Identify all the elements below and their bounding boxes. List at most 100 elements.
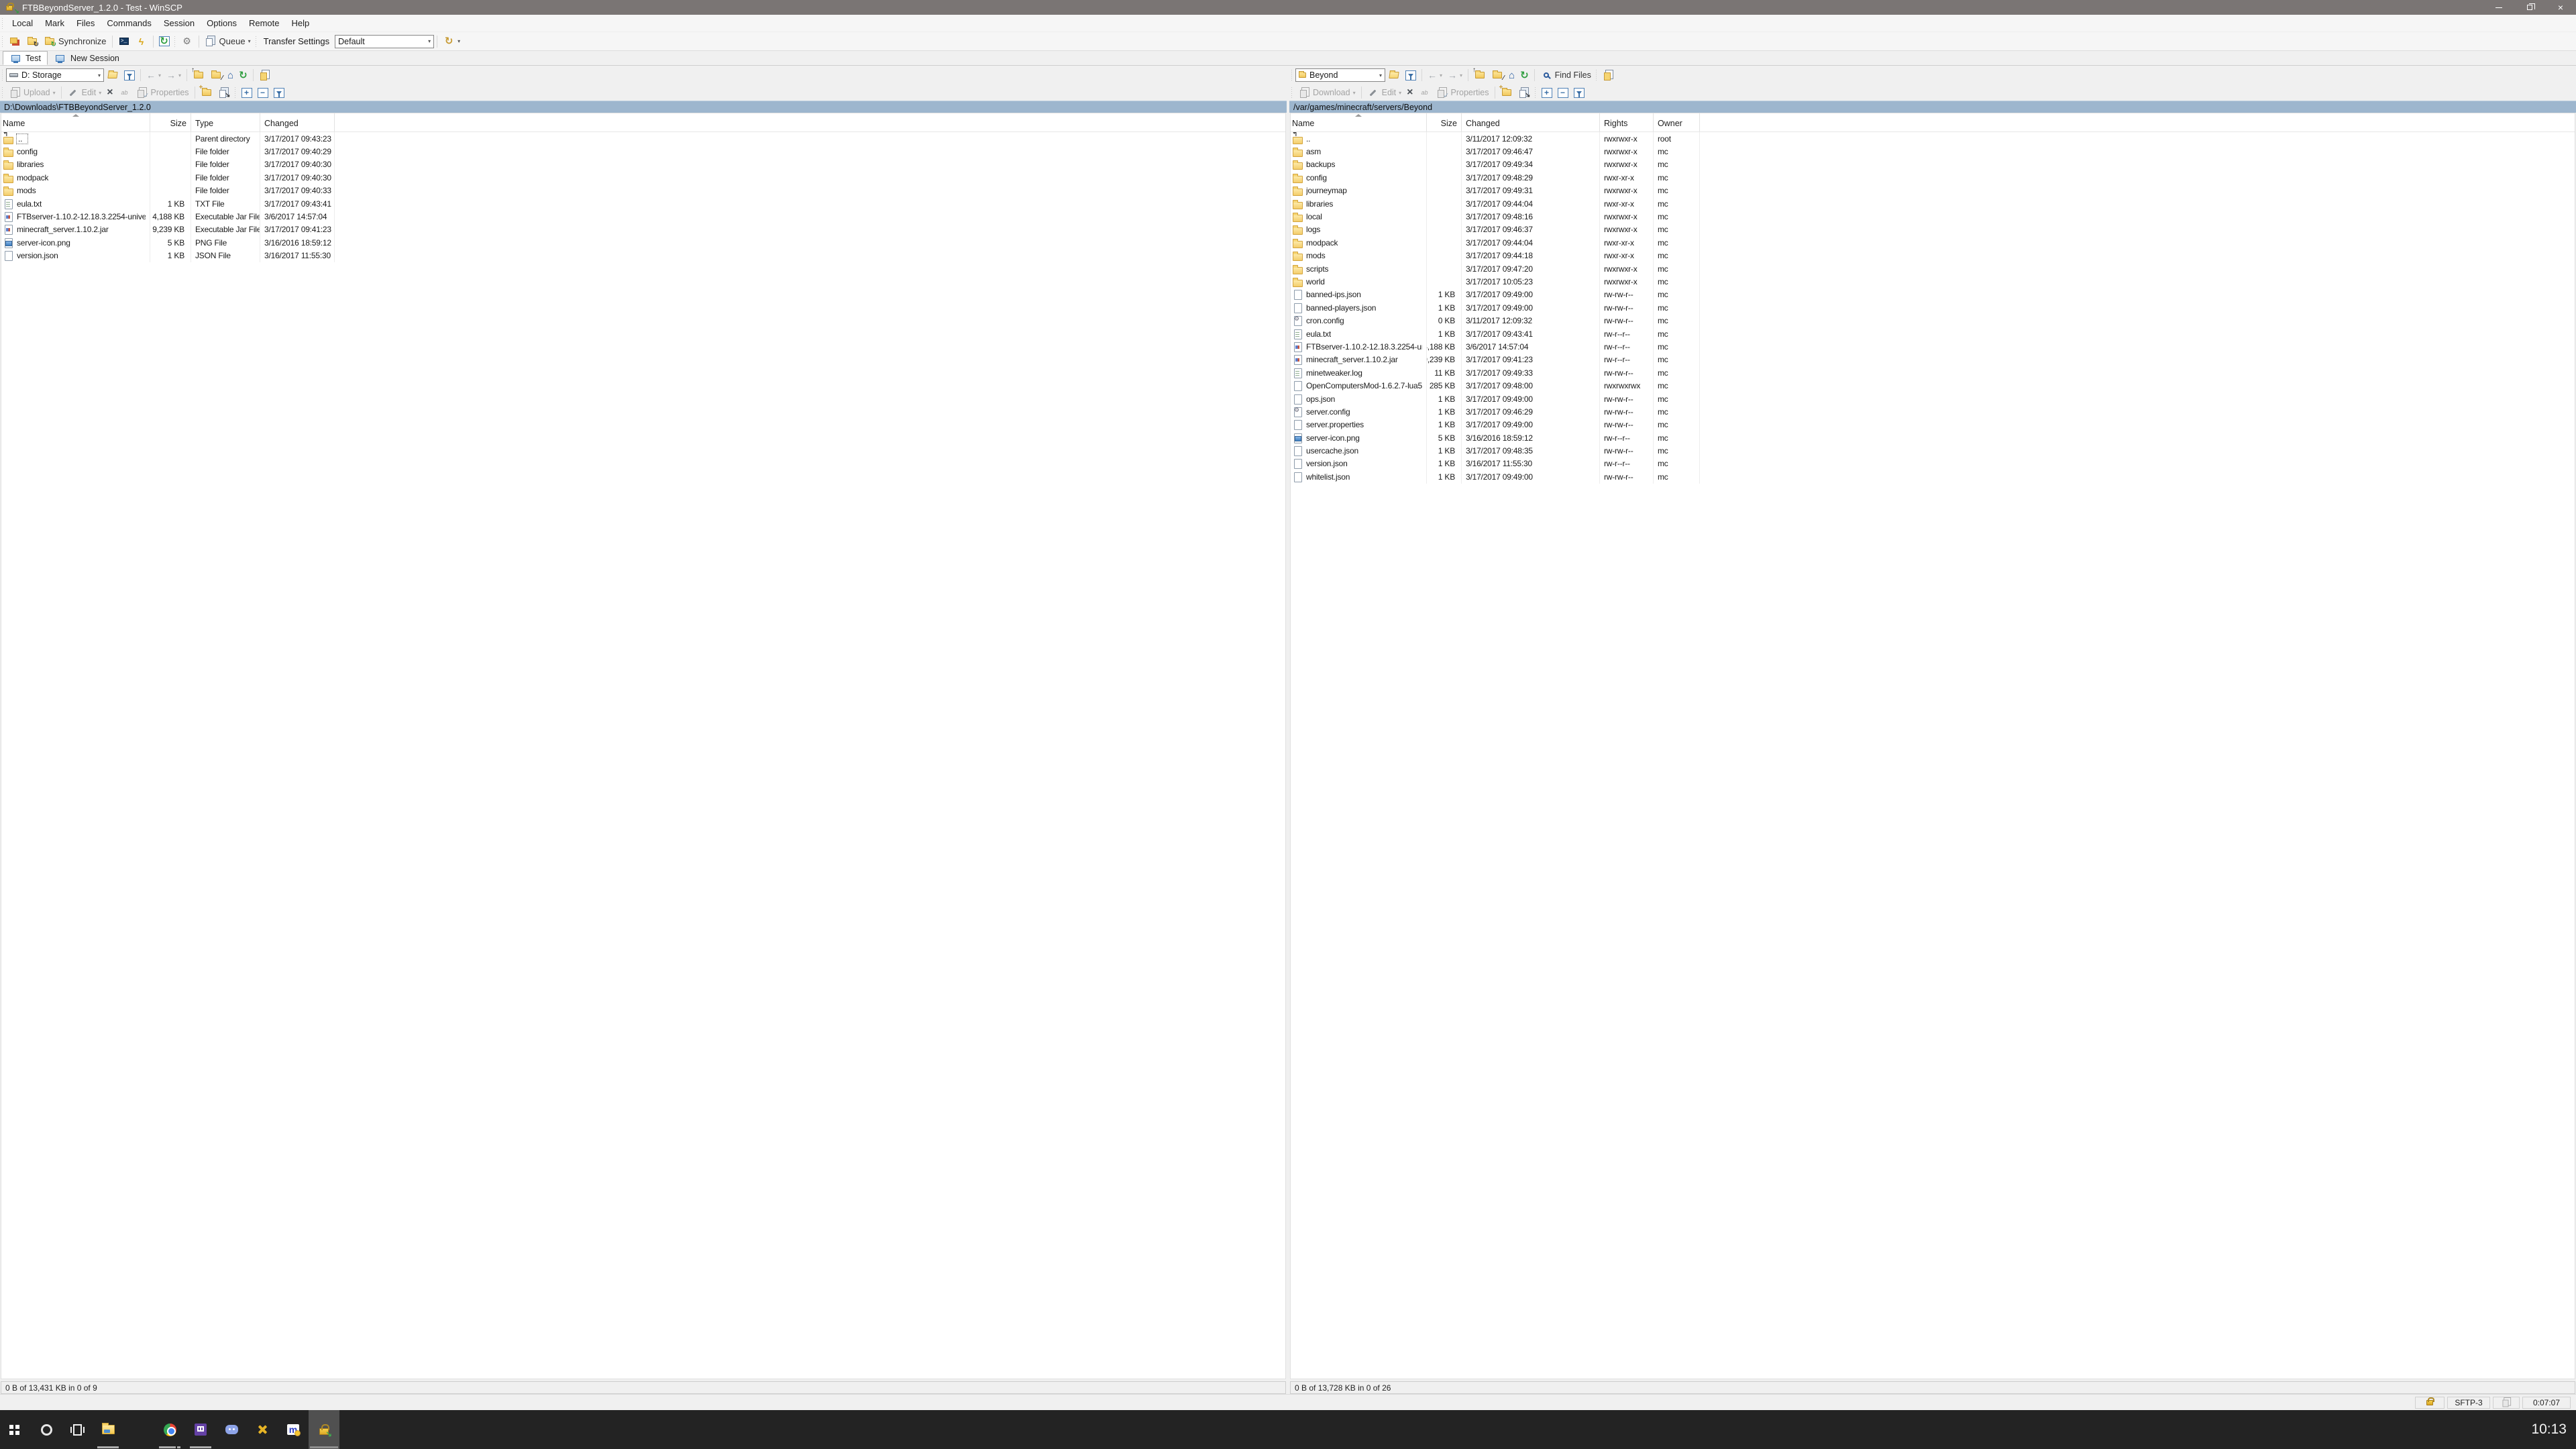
local-delete-button[interactable]: × [104, 85, 115, 100]
synchronize-button[interactable]: ↻ Synchronize [41, 34, 109, 49]
file-row[interactable]: scripts 3/17/2017 09:47:20 rwxrwxr-x mc [1291, 262, 2575, 275]
column-header-owner[interactable]: Owner [1654, 113, 1700, 131]
remote-edit-button[interactable]: Edit ▾ [1364, 85, 1405, 100]
file-row[interactable]: .. 3/11/2017 12:09:32 rwxrwxr-x root [1291, 132, 2575, 145]
discord-button[interactable] [216, 1410, 247, 1449]
remote-back-button[interactable]: ←▾ [1425, 68, 1445, 83]
twitch-button[interactable] [185, 1410, 216, 1449]
mirc-button[interactable]: m [278, 1410, 309, 1449]
local-expand-selection-button[interactable]: + [239, 85, 255, 100]
preferences-button[interactable]: ⚙ [178, 34, 196, 49]
file-row[interactable]: modpack 3/17/2017 09:44:04 rwxr-xr-x mc [1291, 236, 2575, 249]
remote-home-button[interactable]: ⌂ [1506, 68, 1517, 83]
toolbar-grip[interactable] [1291, 70, 1293, 80]
local-rename-button[interactable]: ab [116, 85, 133, 100]
file-row[interactable]: modpack File folder 3/17/2017 09:40:30 [1, 171, 1285, 184]
local-drive-select[interactable]: D: Storage ▾ [6, 68, 104, 82]
chrome-button[interactable] [154, 1410, 185, 1449]
file-row[interactable]: cron.config 0 KB 3/11/2017 12:09:32 rw-r… [1291, 314, 2575, 327]
console-button[interactable]: >_ [115, 34, 133, 49]
menu-item[interactable]: Files [70, 15, 101, 32]
remote-copy-session-button[interactable] [1600, 68, 1617, 83]
swap-panels-button[interactable]: ↻ [23, 34, 41, 49]
file-row[interactable]: version.json 1 KB 3/16/2017 11:55:30 rw-… [1291, 458, 2575, 470]
local-properties-button[interactable]: ✓ Properties [133, 85, 192, 100]
file-row[interactable]: minecraft_server.1.10.2.jar 9,239 KB Exe… [1, 223, 1285, 236]
menu-item[interactable]: Options [201, 15, 243, 32]
file-row[interactable]: eula.txt 1 KB 3/17/2017 09:43:41 rw-r--r… [1291, 327, 2575, 340]
remote-directory-select[interactable]: Beyond ▾ [1295, 68, 1385, 82]
file-row[interactable]: config File folder 3/17/2017 09:40:29 [1, 145, 1285, 158]
file-row[interactable]: local 3/17/2017 09:48:16 rwxrwxr-x mc [1291, 210, 2575, 223]
remote-root-directory-button[interactable]: ∕ [1489, 68, 1506, 83]
file-explorer-button[interactable] [93, 1410, 123, 1449]
transfer-settings-select[interactable]: Default ▾ [335, 35, 434, 48]
minimize-button[interactable] [2483, 0, 2514, 15]
column-header-name[interactable]: Name [1, 113, 150, 131]
column-header-changed[interactable]: Changed [1462, 113, 1600, 131]
local-open-directory-button[interactable] [104, 68, 121, 83]
remote-new-file-button[interactable]: ↘ [1515, 85, 1533, 100]
remote-expand-selection-button[interactable]: + [1539, 85, 1555, 100]
close-button[interactable]: × [2545, 0, 2576, 15]
toolbar-grip[interactable] [234, 87, 237, 98]
file-row[interactable]: .. Parent directory 3/17/2017 09:43:23 [1, 132, 1285, 145]
restore-button[interactable] [2514, 0, 2545, 15]
find-files-button[interactable]: Find Files [1538, 68, 1594, 83]
file-row[interactable]: backups 3/17/2017 09:49:34 rwxrwxr-x mc [1291, 158, 2575, 171]
menu-item[interactable]: Local [6, 15, 39, 32]
remote-reduce-selection-button[interactable]: − [1555, 85, 1571, 100]
local-parent-directory-button[interactable]: ↑ [190, 68, 207, 83]
local-refresh-button[interactable]: ↻ [236, 68, 250, 83]
file-row[interactable]: banned-ips.json 1 KB 3/17/2017 09:49:00 … [1291, 288, 2575, 301]
local-back-button[interactable]: ←▾ [144, 68, 164, 83]
toolbar-grip[interactable] [174, 36, 176, 47]
upload-button[interactable]: Upload ▾ [6, 85, 58, 100]
sync-panes-button[interactable] [6, 34, 23, 49]
file-row[interactable]: minetweaker.log 11 KB 3/17/2017 09:49:33… [1291, 366, 2575, 379]
download-button[interactable]: Download ▾ [1295, 85, 1358, 100]
transfer-mode-button[interactable]: ↻▾ [440, 34, 463, 49]
remote-delete-button[interactable]: × [1404, 85, 1415, 100]
remote-parent-directory-button[interactable]: ↑ [1471, 68, 1489, 83]
local-copy-session-button[interactable] [256, 68, 274, 83]
file-row[interactable]: world 3/17/2017 10:05:23 rwxrwxr-x mc [1291, 275, 2575, 288]
column-header-name[interactable]: Name [1291, 113, 1427, 131]
file-row[interactable]: mods File folder 3/17/2017 09:40:33 [1, 184, 1285, 197]
file-row[interactable]: server.config 1 KB 3/17/2017 09:46:29 rw… [1291, 405, 2575, 418]
taskbar-clock[interactable]: 10:13 [2531, 1410, 2567, 1449]
file-row[interactable]: libraries File folder 3/17/2017 09:40:30 [1, 158, 1285, 171]
menu-item[interactable]: Remote [243, 15, 286, 32]
toolbar-grip[interactable] [1534, 87, 1537, 98]
edge-button[interactable] [123, 1410, 154, 1449]
local-edit-button[interactable]: Edit ▾ [64, 85, 105, 100]
file-row[interactable]: FTBserver-1.10.2-12.18.3.2254-universal.… [1, 210, 1285, 223]
local-filter-button[interactable] [121, 68, 138, 83]
local-new-file-button[interactable]: ↘ [215, 85, 233, 100]
file-row[interactable]: mods 3/17/2017 09:44:18 rwxr-xr-x mc [1291, 250, 2575, 262]
toolbar-grip[interactable] [255, 36, 258, 47]
menu-item[interactable]: Session [158, 15, 201, 32]
start-button[interactable] [0, 1410, 31, 1449]
file-row[interactable]: OpenComputersMod-1.6.2.7-lua53-nati... 2… [1291, 379, 2575, 392]
file-row[interactable]: journeymap 3/17/2017 09:49:31 rwxrwxr-x … [1291, 184, 2575, 197]
file-row[interactable]: minecraft_server.1.10.2.jar 9,239 KB 3/1… [1291, 354, 2575, 366]
remote-properties-button[interactable]: ✓ Properties [1434, 85, 1492, 100]
menu-item[interactable]: Commands [101, 15, 157, 32]
local-reduce-selection-button[interactable]: − [255, 85, 271, 100]
column-header-type[interactable]: Type [191, 113, 260, 131]
toolbar-grip[interactable] [1, 36, 4, 47]
toolbar-grip[interactable] [1, 70, 4, 80]
queue-button[interactable]: Queue ▾ [202, 34, 254, 49]
cortana-button[interactable] [31, 1410, 62, 1449]
local-new-folder-button[interactable]: + [198, 85, 215, 100]
remote-rename-button[interactable]: ab [1416, 85, 1434, 100]
file-row[interactable]: logs 3/17/2017 09:46:37 rwxrwxr-x mc [1291, 223, 2575, 236]
local-filter-selection-button[interactable] [271, 85, 287, 100]
remote-new-folder-button[interactable]: + [1498, 85, 1515, 100]
local-home-button[interactable]: ⌂ [225, 68, 236, 83]
file-row[interactable]: asm 3/17/2017 09:46:47 rwxrwxr-x mc [1291, 145, 2575, 158]
session-tab[interactable]: Test [3, 51, 48, 65]
file-row[interactable]: server-icon.png 5 KB 3/16/2016 18:59:12 … [1291, 431, 2575, 444]
curse-button[interactable] [247, 1410, 278, 1449]
